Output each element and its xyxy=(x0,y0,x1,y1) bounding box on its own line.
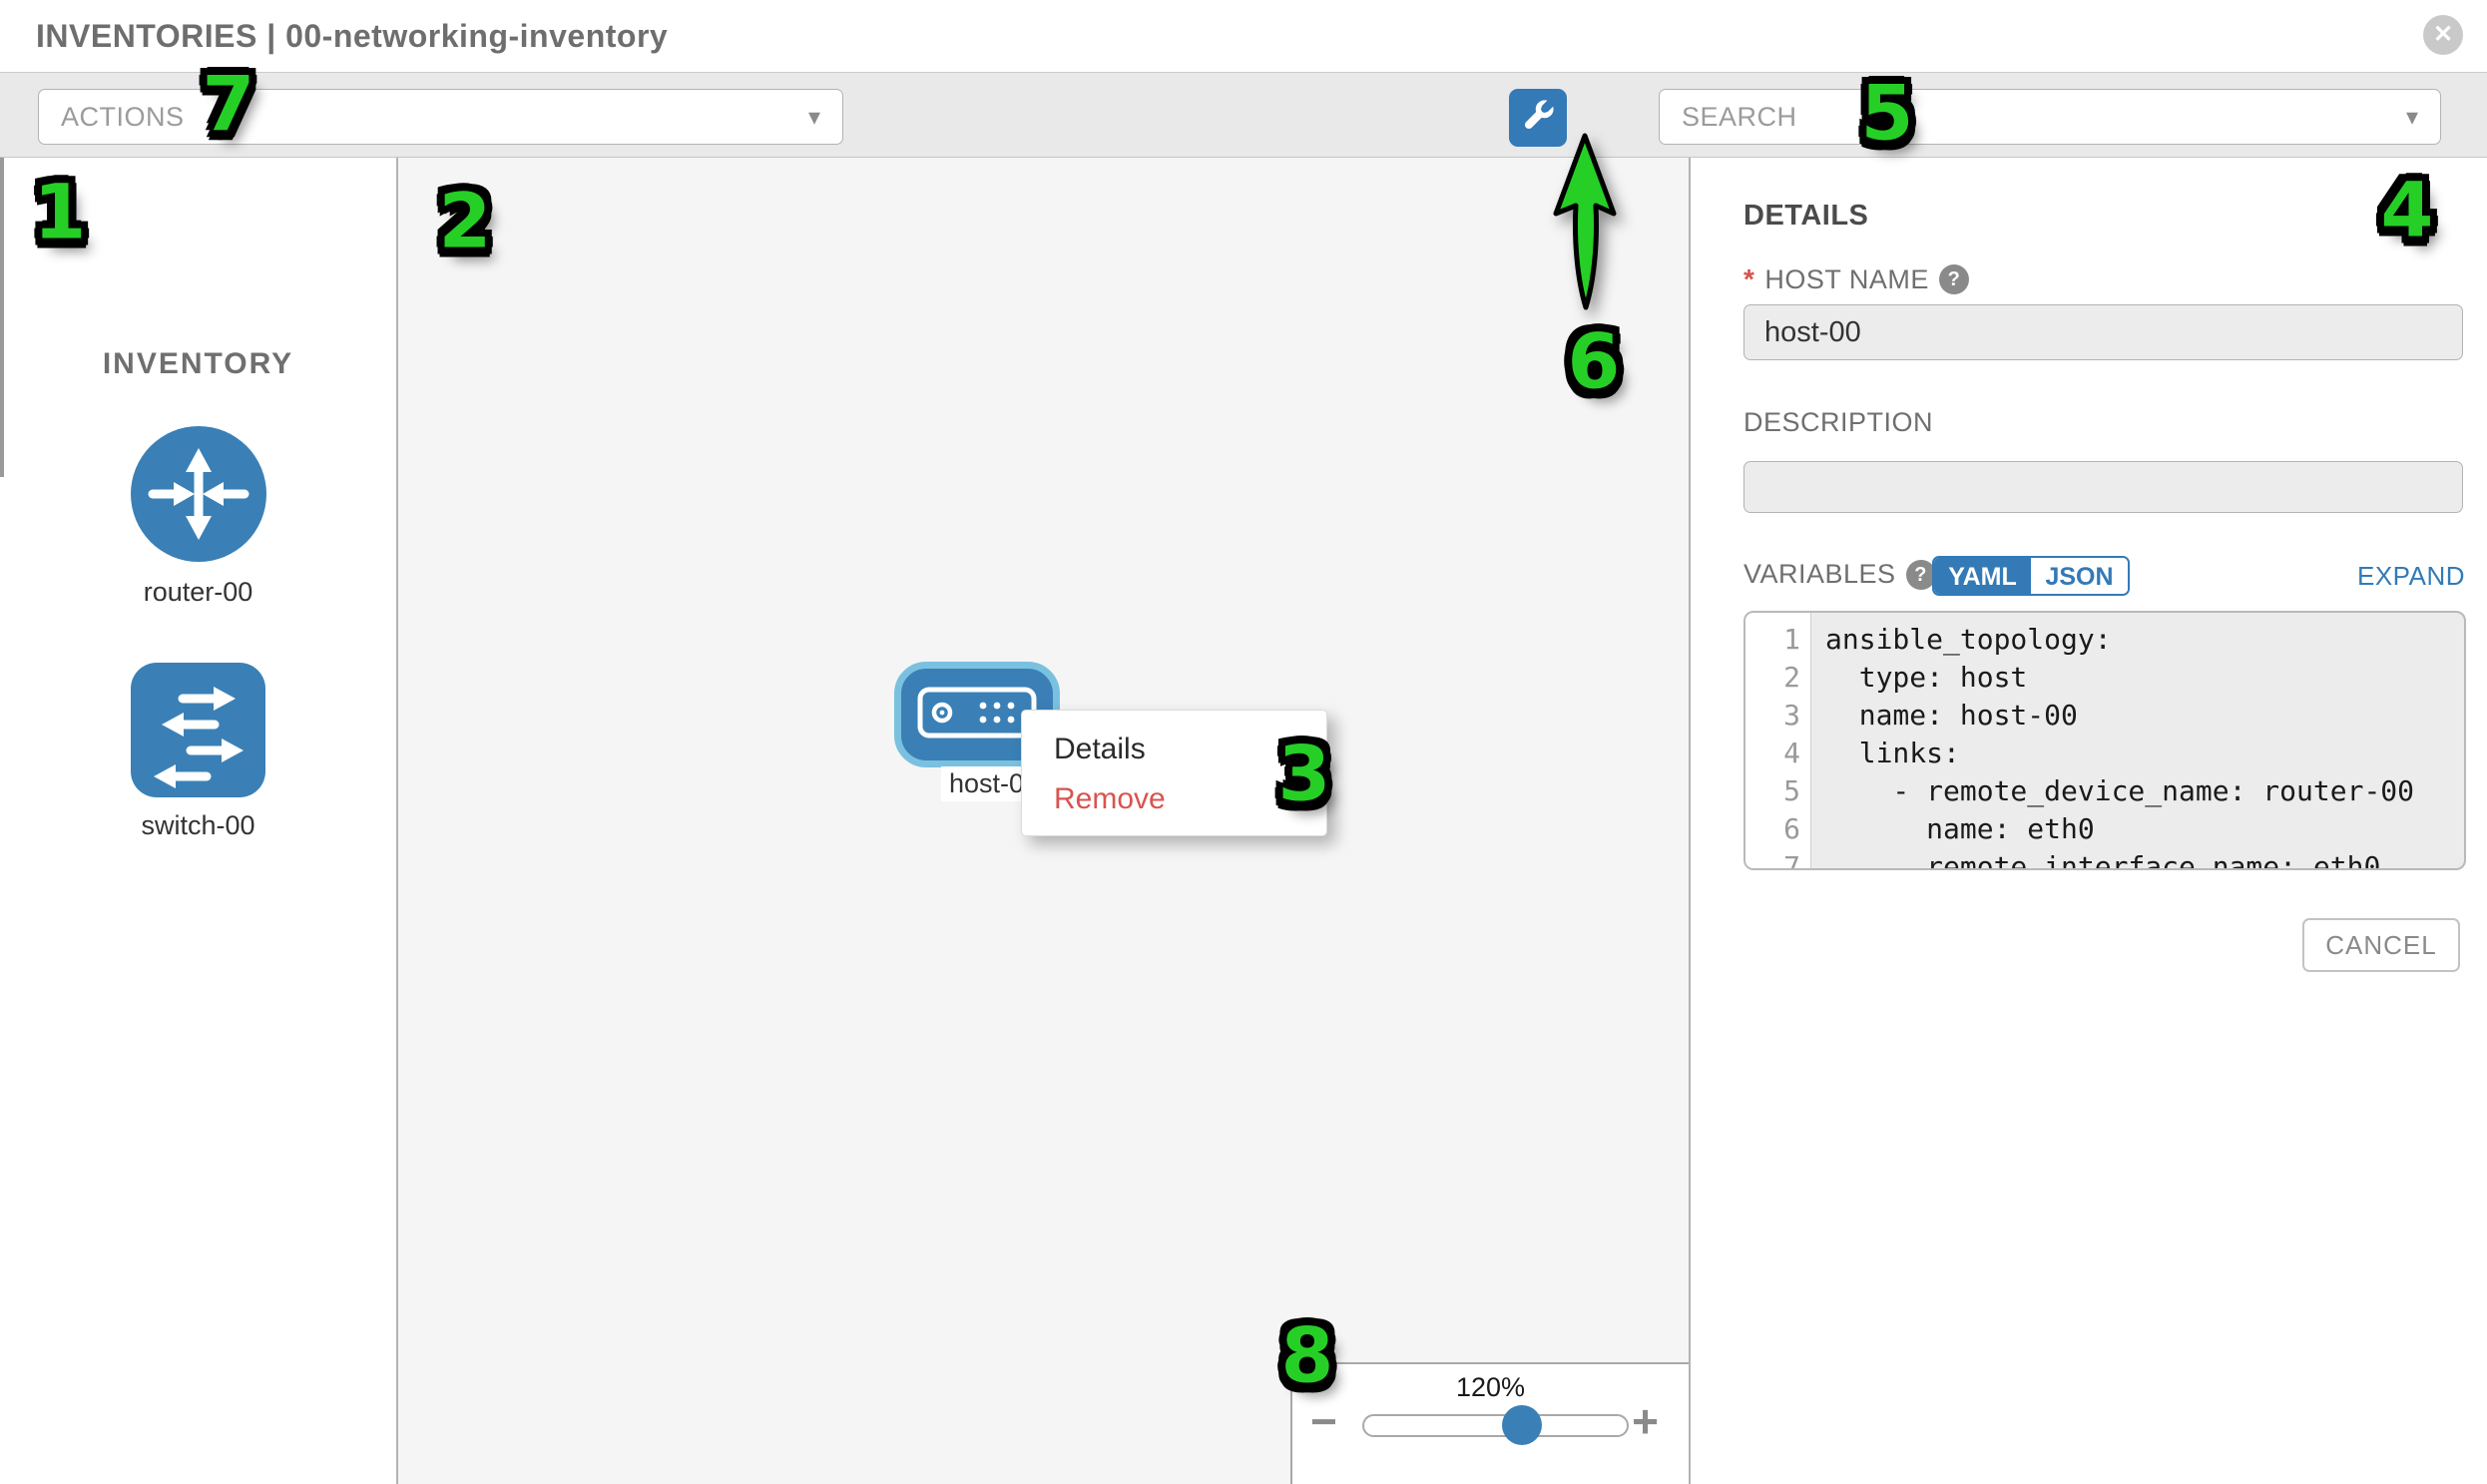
host-name-label: HOST NAME xyxy=(1764,264,1929,295)
zoom-out-button[interactable]: − xyxy=(1310,1394,1337,1448)
description-input[interactable] xyxy=(1743,461,2463,513)
close-icon[interactable]: ✕ xyxy=(2423,15,2463,55)
expand-link[interactable]: EXPAND xyxy=(2357,561,2465,592)
breadcrumb: INVENTORIES | 00-networking-inventory xyxy=(36,18,668,55)
cancel-button[interactable]: CANCEL xyxy=(2302,918,2460,972)
node-context-menu: Details Remove xyxy=(1021,710,1327,836)
page-header: INVENTORIES | 00-networking-inventory ✕ xyxy=(0,0,2487,72)
topology-canvas[interactable]: host-00 Details Remove 120% − + xyxy=(398,158,1691,1484)
variables-label: VARIABLES xyxy=(1743,559,1896,590)
switch-icon xyxy=(131,784,265,801)
zoom-control-panel: 120% − + xyxy=(1290,1362,1689,1484)
zoom-slider-thumb[interactable] xyxy=(1502,1405,1542,1445)
description-label: DESCRIPTION xyxy=(1743,407,1933,438)
variables-code-editor[interactable]: 1 2 3 4 5 6 7 ansible_topology: type: ho… xyxy=(1743,611,2466,870)
line-number: 4 xyxy=(1745,735,1810,772)
variables-label-row: VARIABLES ? xyxy=(1743,559,1936,590)
line-number: 2 xyxy=(1745,659,1810,697)
toggle-yaml-button[interactable]: YAML xyxy=(1934,558,2031,594)
chevron-down-icon: ▾ xyxy=(808,103,820,132)
zoom-level-value: 120% xyxy=(1292,1372,1689,1403)
details-panel: DETAILS * HOST NAME ? DESCRIPTION VARIAB… xyxy=(1693,158,2487,1484)
palette-item-label: router-00 xyxy=(0,577,396,608)
line-number: 6 xyxy=(1745,810,1810,848)
code-content[interactable]: ansible_topology: type: host name: host-… xyxy=(1811,613,2464,868)
search-dropdown[interactable]: SEARCH ▾ xyxy=(1659,89,2441,145)
palette-item-switch[interactable]: switch-00 xyxy=(0,663,396,841)
zoom-slider-track[interactable] xyxy=(1362,1414,1629,1437)
inventory-sidebar: INVENTORY router-00 xyxy=(0,158,398,1484)
actions-dropdown-label: ACTIONS xyxy=(61,102,808,133)
toggle-json-button[interactable]: JSON xyxy=(2031,558,2128,594)
variables-format-toggle: YAML JSON xyxy=(1932,556,2130,596)
line-number: 7 xyxy=(1745,848,1810,870)
zoom-in-button[interactable]: + xyxy=(1632,1394,1659,1448)
chevron-down-icon: ▾ xyxy=(2406,103,2418,132)
code-line: name: eth0 xyxy=(1825,810,2464,848)
line-number: 5 xyxy=(1745,772,1810,810)
host-name-input[interactable] xyxy=(1743,304,2463,360)
code-gutter: 1 2 3 4 5 6 7 xyxy=(1745,613,1811,868)
code-line: name: host-00 xyxy=(1825,697,2464,735)
required-asterisk: * xyxy=(1743,263,1754,295)
menu-item-details[interactable]: Details xyxy=(1022,725,1326,774)
search-dropdown-label: SEARCH xyxy=(1682,102,2406,133)
help-icon[interactable]: ? xyxy=(1939,264,1969,294)
details-panel-title: DETAILS xyxy=(1743,200,1868,233)
code-line: remote_interface_name: eth0 xyxy=(1825,848,2464,870)
palette-item-label: switch-00 xyxy=(0,810,396,841)
palette-item-router[interactable]: router-00 xyxy=(0,424,396,608)
code-line: links: xyxy=(1825,735,2464,772)
line-number: 3 xyxy=(1745,697,1810,735)
code-line: - remote_device_name: router-00 xyxy=(1825,772,2464,810)
description-label-row: DESCRIPTION xyxy=(1743,407,1933,438)
line-number: 1 xyxy=(1745,621,1810,659)
host-icon xyxy=(917,687,1037,743)
code-line: ansible_topology: xyxy=(1825,621,2464,659)
menu-item-remove[interactable]: Remove xyxy=(1022,774,1326,824)
actions-dropdown[interactable]: ACTIONS ▾ xyxy=(38,89,843,145)
tools-button[interactable] xyxy=(1509,89,1567,147)
host-name-label-row: * HOST NAME ? xyxy=(1743,263,1969,295)
wrench-icon xyxy=(1517,95,1559,142)
code-line: type: host xyxy=(1825,659,2464,697)
router-icon xyxy=(129,551,268,568)
toolbar: ACTIONS ▾ SEARCH ▾ xyxy=(0,72,2487,158)
inventory-title: INVENTORY xyxy=(0,347,396,381)
